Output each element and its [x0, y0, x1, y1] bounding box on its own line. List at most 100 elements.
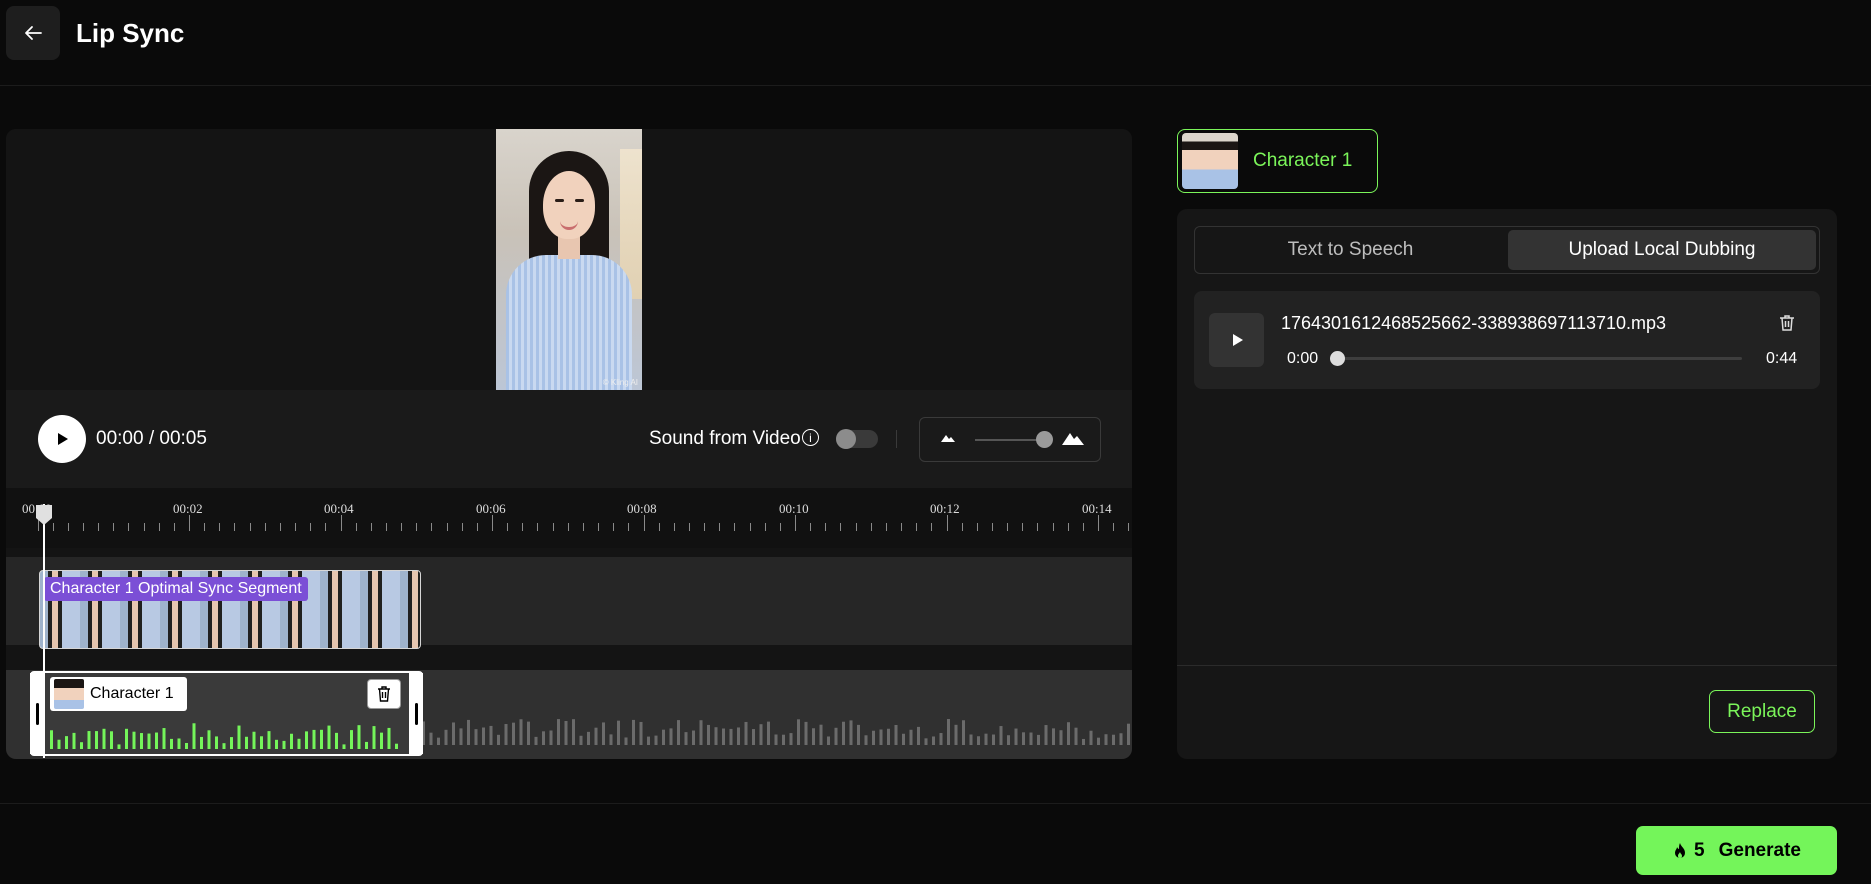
- ruler-tick: [855, 523, 857, 531]
- ruler-tick: [764, 523, 766, 531]
- video-clip-segment[interactable]: Character 1 Optimal Sync Segment: [39, 570, 421, 649]
- portrait-shirt: [506, 255, 632, 390]
- character-avatar: [54, 679, 84, 709]
- ruler-tick: [628, 523, 630, 531]
- ruler-tick: [749, 523, 751, 531]
- timeline-zoom-control: [919, 417, 1101, 462]
- waveform-bar: [110, 731, 113, 749]
- audio-play-button[interactable]: [1209, 313, 1264, 367]
- waveform-bar: [909, 729, 913, 745]
- ruler-tick: [507, 523, 509, 531]
- waveform-bar: [639, 721, 643, 745]
- waveform-bar: [617, 720, 620, 745]
- ruler-label: 00:14: [1082, 501, 1112, 516]
- waveform-bar: [1112, 734, 1115, 745]
- ruler-label: 00:04: [324, 501, 354, 516]
- waveform-bar: [767, 721, 770, 745]
- back-button[interactable]: [6, 6, 60, 60]
- waveform-bar: [1037, 734, 1040, 745]
- ruler-tick: [673, 523, 675, 531]
- waveform-bar: [557, 719, 560, 745]
- ruler-tick: [613, 523, 615, 531]
- ruler-tick: [688, 523, 690, 531]
- ruler-tick: [461, 523, 463, 531]
- waveform-bar: [632, 719, 635, 745]
- waveform-bar: [489, 725, 493, 745]
- ruler-tick: [1037, 523, 1039, 531]
- ruler-tick: [961, 523, 963, 531]
- ruler-tick: [219, 523, 221, 531]
- audio-clip-left-handle[interactable]: [30, 673, 44, 754]
- replace-button[interactable]: Replace: [1709, 690, 1815, 733]
- audio-clip-segment[interactable]: Character 1: [30, 671, 423, 756]
- waveform-bar: [932, 736, 935, 745]
- waveform-bar: [429, 732, 433, 745]
- waveform-bar: [534, 736, 538, 745]
- time-readout: 00:00 / 00:05: [96, 428, 207, 449]
- uploaded-audio-card: 1764301612468525662-338938697113710.mp3 …: [1194, 291, 1820, 389]
- playhead-line[interactable]: [43, 504, 45, 758]
- ruler-tick: [522, 523, 524, 531]
- waveform-bar: [887, 728, 890, 745]
- ruler-tick: [113, 523, 115, 531]
- ruler-tick: [492, 515, 493, 531]
- sound-from-video-toggle[interactable]: [836, 429, 878, 449]
- delete-audio-clip-button[interactable]: [367, 679, 401, 709]
- ruler-tick: [1128, 523, 1130, 531]
- waveform-bar: [1014, 728, 1018, 745]
- waveform-bar: [624, 737, 628, 745]
- waveform-bar: [572, 719, 575, 745]
- video-frame[interactable]: © Kling AI: [496, 129, 642, 390]
- waveform-bar: [320, 729, 323, 749]
- play-button[interactable]: [38, 415, 86, 463]
- video-preview: © Kling AI: [6, 129, 1132, 390]
- ruler-tick: [1007, 523, 1009, 531]
- ruler-tick: [1113, 523, 1115, 531]
- waveform-bar: [192, 723, 196, 749]
- waveform-bar: [587, 731, 590, 745]
- waveform-bar: [482, 727, 485, 745]
- waveform-bar: [962, 720, 965, 745]
- waveform-bar: [722, 728, 725, 745]
- audio-seek-bar[interactable]: [1330, 351, 1742, 366]
- tab-text-to-speech[interactable]: Text to Speech: [1198, 230, 1503, 270]
- timeline-ruler[interactable]: 00:00 00:02 00:04 00:06 00:08 00:10 00:1…: [6, 488, 1132, 548]
- zoom-slider-track[interactable]: [975, 439, 1045, 441]
- video-watermark: © Kling AI: [602, 378, 638, 387]
- zoom-in-mountain-icon: [1062, 433, 1084, 445]
- ruler-tick: [416, 523, 418, 531]
- waveform-bar: [117, 744, 121, 749]
- ruler-tick: [173, 523, 175, 531]
- waveform-bar: [444, 729, 448, 745]
- ruler-tick: [249, 523, 251, 531]
- ruler-tick: [916, 523, 918, 531]
- handle-grip: [414, 702, 418, 725]
- audio-clip-right-handle[interactable]: [409, 673, 423, 754]
- waveform-bar: [65, 736, 68, 749]
- info-icon[interactable]: i: [802, 429, 819, 446]
- waveform-bar: [857, 724, 860, 745]
- waveform-bar: [102, 728, 106, 749]
- audio-clip-label: Character 1: [50, 677, 187, 711]
- editor-panel: © Kling AI 00:00 / 00:05 Sound from Vide…: [6, 129, 1132, 759]
- audio-seek-handle[interactable]: [1330, 351, 1345, 366]
- tab-upload-local-dubbing[interactable]: Upload Local Dubbing: [1508, 230, 1816, 270]
- waveform-bar: [207, 730, 211, 749]
- waveform-bar: [140, 733, 143, 749]
- portrait-eye: [575, 199, 584, 202]
- zoom-slider-handle[interactable]: [1036, 431, 1053, 448]
- delete-audio-button[interactable]: [1777, 313, 1797, 338]
- generate-label: Generate: [1718, 839, 1801, 861]
- ruler-tick: [264, 523, 266, 531]
- waveform-bar: [804, 721, 808, 745]
- waveform-bar: [95, 731, 98, 749]
- generate-button[interactable]: 5 Generate: [1636, 826, 1837, 875]
- waveform-bar: [519, 719, 523, 745]
- ruler-tick: [901, 523, 903, 531]
- waveform-bar: [467, 719, 470, 745]
- waveform-bar: [50, 730, 53, 749]
- ruler-tick: [310, 523, 312, 531]
- waveform-bar: [335, 732, 338, 749]
- zoom-out-mountain-icon: [941, 435, 955, 442]
- character-selector[interactable]: Character 1: [1177, 129, 1378, 193]
